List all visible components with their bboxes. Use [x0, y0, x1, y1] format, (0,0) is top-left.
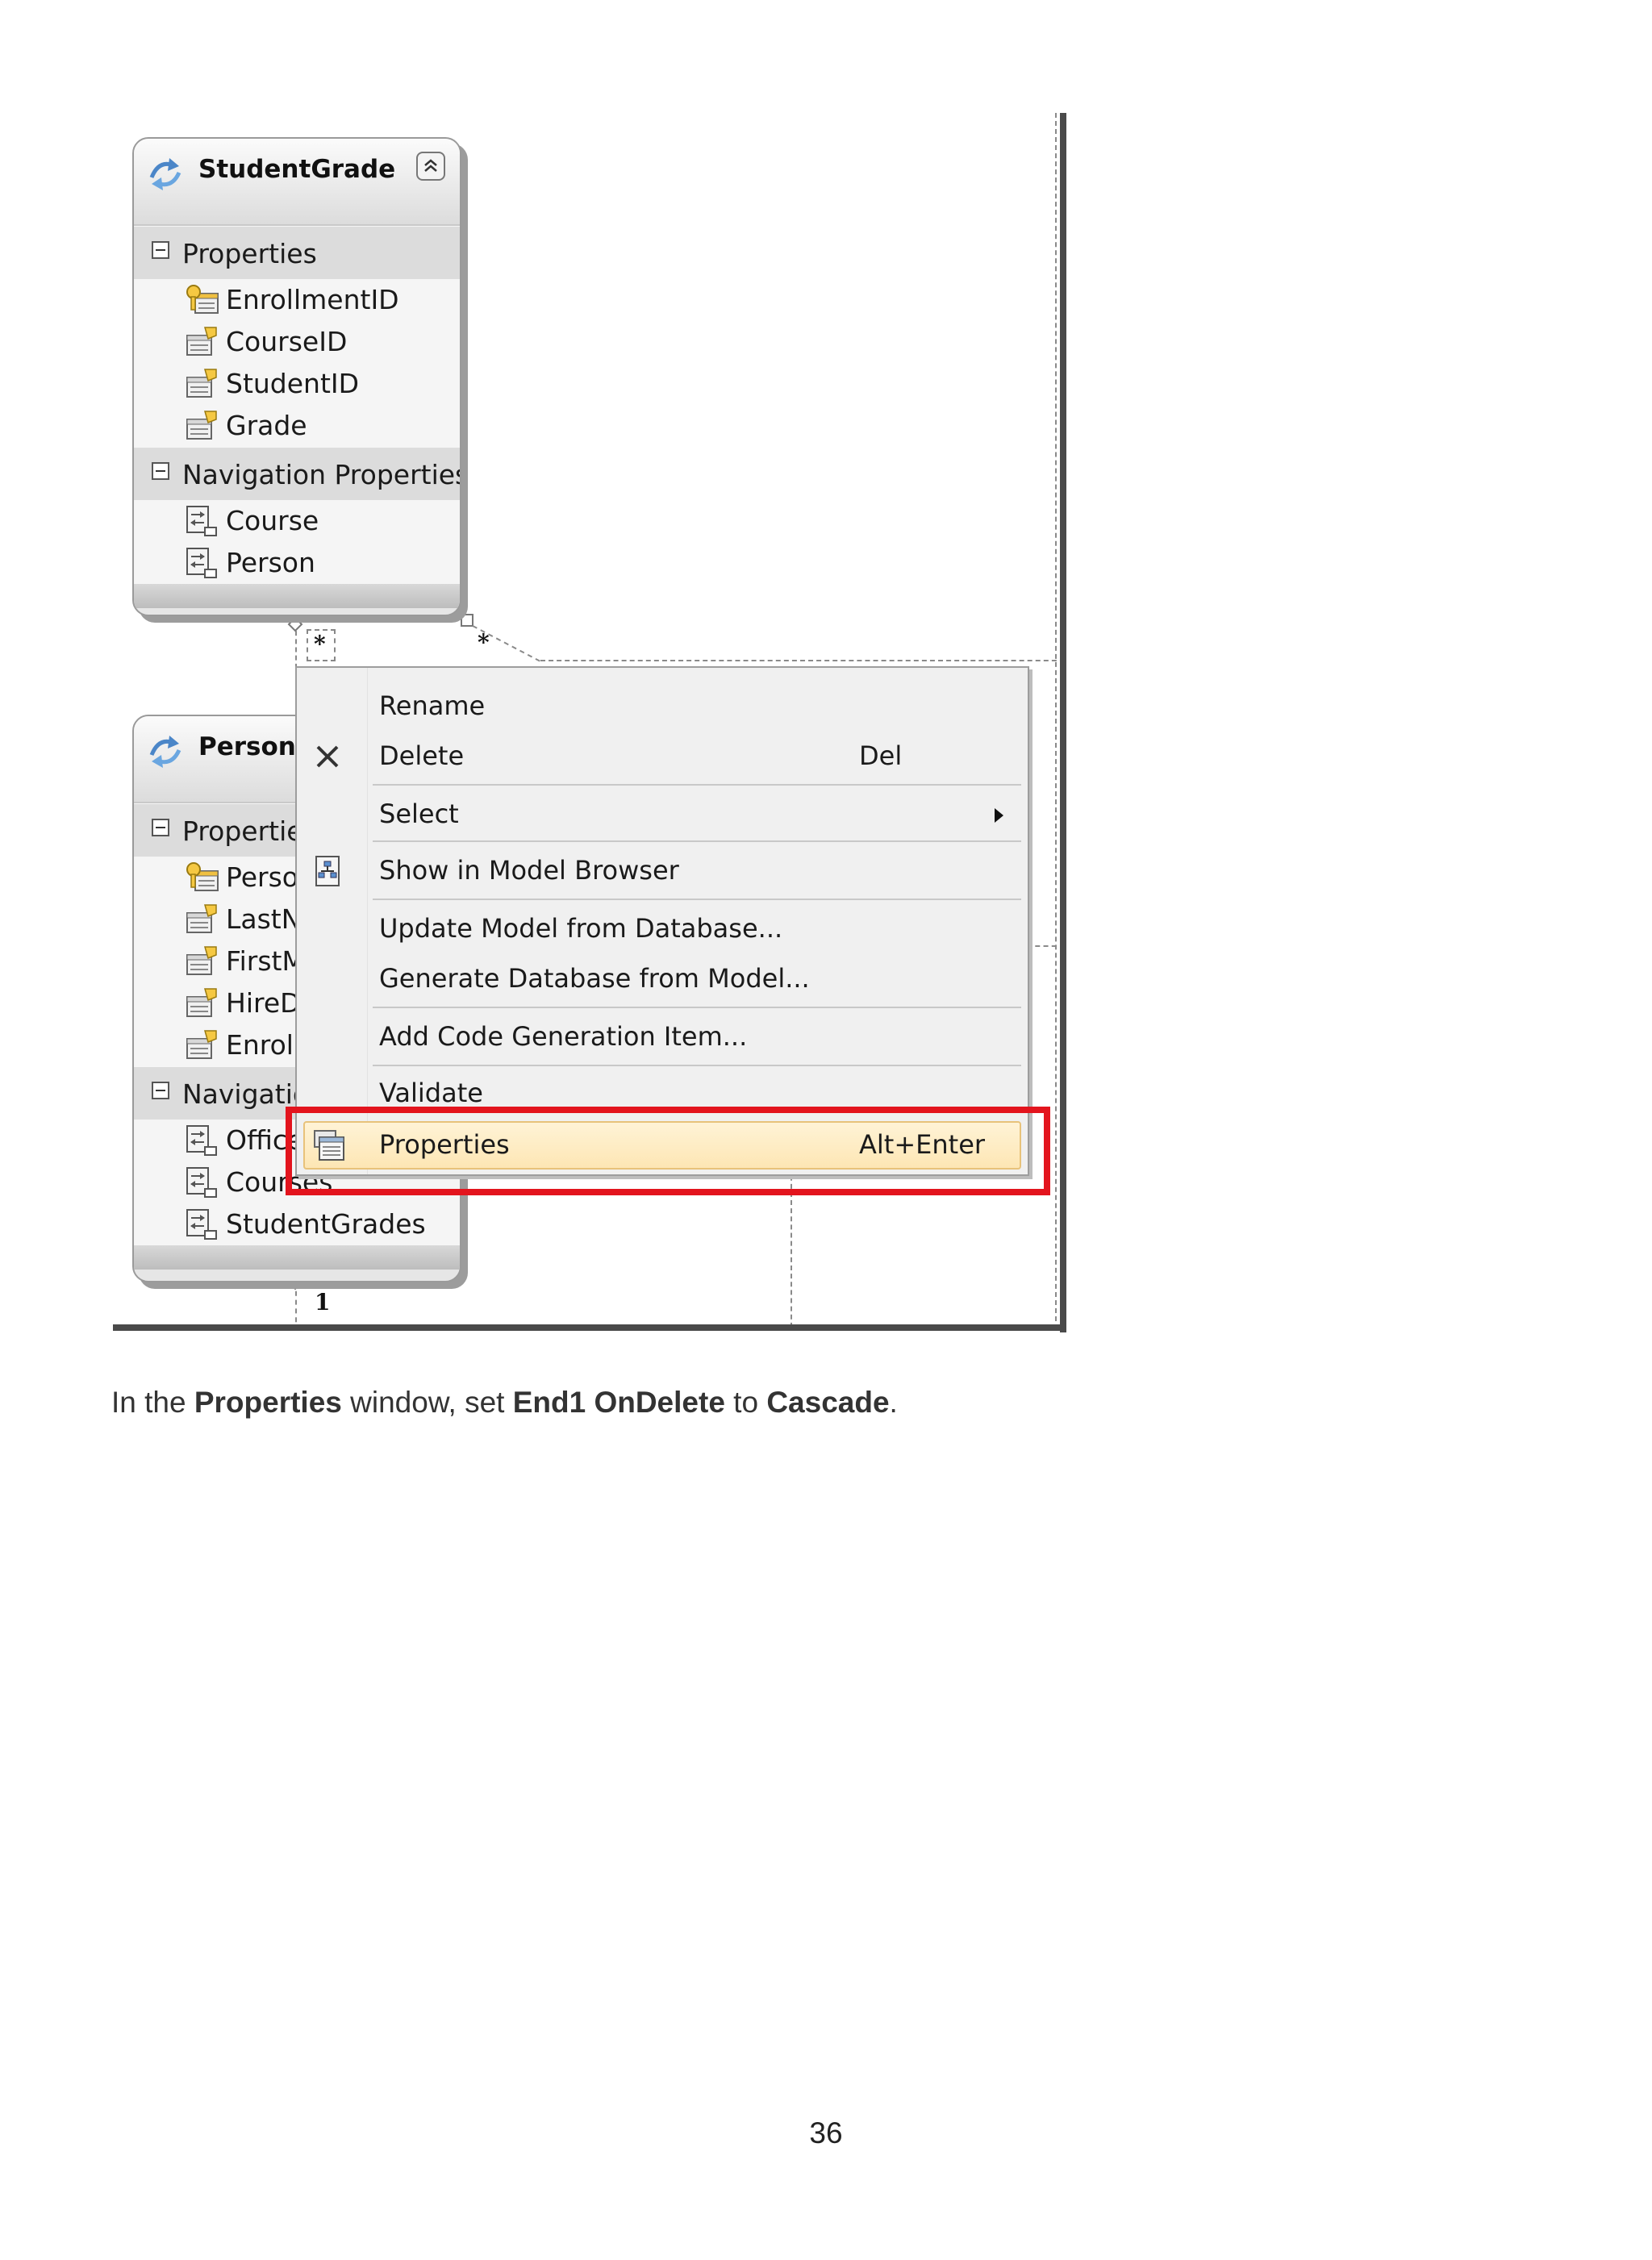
entity-studentgrade[interactable]: StudentGrade Properties EnrollmentID Cou…	[132, 137, 461, 616]
scalar-property-icon	[186, 369, 217, 398]
screenshot-shadow	[1060, 113, 1066, 1332]
section-header-properties[interactable]: Properties	[134, 226, 460, 279]
collapse-button[interactable]	[416, 152, 445, 181]
entity-footer	[134, 584, 460, 608]
property-label: Course	[226, 505, 319, 536]
multiplicity-many-label: *	[478, 629, 490, 656]
navigation-property-icon	[186, 1167, 217, 1198]
menu-separator	[373, 899, 1021, 900]
entity-header[interactable]: StudentGrade	[134, 139, 460, 226]
menu-item-add-code-generation[interactable]: Add Code Generation Item...	[297, 1013, 1028, 1061]
navigation-property-row[interactable]: Course	[134, 500, 460, 542]
property-label: CourseID	[226, 326, 348, 357]
association-line	[1055, 113, 1057, 1329]
property-label: EnrollmentID	[226, 284, 399, 315]
menu-item-label: Rename	[379, 690, 486, 721]
scalar-property-icon	[186, 988, 217, 1017]
navigation-property-icon	[186, 548, 217, 578]
key-property-icon	[186, 862, 219, 891]
menu-item-show-in-model-browser[interactable]: Show in Model Browser	[297, 847, 1028, 895]
menu-item-label: Delete	[379, 740, 465, 771]
scalar-property-icon	[186, 1030, 217, 1059]
highlight-annotation-box	[286, 1107, 1050, 1195]
entity-type-icon	[149, 158, 181, 190]
submenu-arrow-icon	[995, 808, 1003, 823]
property-label: Person	[226, 547, 315, 578]
navigation-property-icon	[186, 1209, 217, 1240]
menu-item-update-model[interactable]: Update Model from Database...	[297, 905, 1028, 953]
property-label: Grade	[226, 410, 307, 441]
menu-item-label: Generate Database from Model...	[379, 963, 810, 994]
caption-text: to	[724, 1386, 767, 1419]
association-line	[461, 614, 541, 662]
collapse-minus-icon[interactable]	[152, 1082, 169, 1099]
entity-footer	[134, 1245, 460, 1270]
caption-text: .	[889, 1386, 898, 1419]
scalar-property-icon	[186, 327, 217, 356]
association-line	[540, 660, 1066, 661]
menu-item-rename[interactable]: Rename	[297, 682, 1028, 731]
property-label: StudentID	[226, 368, 360, 399]
navigation-property-icon	[186, 1125, 217, 1156]
collapse-minus-icon[interactable]	[152, 819, 169, 836]
chevron-up-double-icon	[424, 159, 437, 172]
page-number: 36	[809, 2116, 843, 2150]
scalar-property-icon	[186, 946, 217, 975]
menu-item-delete[interactable]: Delete Del	[297, 732, 1028, 781]
menu-separator	[373, 840, 1021, 842]
multiplicity-one-label: 1	[315, 1289, 331, 1316]
context-menu: Rename Delete Del Select Show in Model B…	[295, 666, 1029, 1176]
scalar-property-icon	[186, 904, 217, 933]
screenshot-shadow	[113, 1324, 1066, 1331]
menu-item-select[interactable]: Select	[297, 790, 1028, 839]
section-label: Properties	[182, 238, 317, 269]
entity-title: Person	[198, 732, 296, 761]
caption-text: In the	[111, 1386, 194, 1419]
instruction-caption: In the Properties window, set End1 OnDel…	[111, 1386, 898, 1420]
property-row[interactable]: CourseID	[134, 321, 460, 363]
entity-type-icon	[149, 736, 181, 768]
menu-separator	[373, 1065, 1021, 1066]
property-label: StudentGrades	[226, 1208, 426, 1240]
section-label: Navigation Properties	[182, 459, 461, 490]
caption-bold-cascade: Cascade	[766, 1386, 890, 1419]
navigation-property-row[interactable]: Person	[134, 542, 460, 584]
property-row[interactable]: StudentID	[134, 363, 460, 405]
menu-separator	[373, 784, 1021, 786]
scalar-property-icon	[186, 411, 217, 440]
collapse-minus-icon[interactable]	[152, 462, 169, 480]
model-browser-icon	[315, 856, 340, 886]
collapse-minus-icon[interactable]	[152, 241, 169, 259]
menu-item-label: Validate	[379, 1078, 483, 1108]
navigation-property-icon	[186, 506, 217, 536]
entity-title: StudentGrade	[198, 155, 396, 184]
menu-item-generate-database[interactable]: Generate Database from Model...	[297, 955, 1028, 1003]
caption-text: window, set	[341, 1386, 513, 1419]
property-row[interactable]: EnrollmentID	[134, 279, 460, 321]
menu-item-label: Add Code Generation Item...	[379, 1021, 748, 1052]
key-property-icon	[186, 285, 219, 314]
navigation-property-row[interactable]: StudentGrades	[134, 1203, 460, 1245]
menu-item-label: Update Model from Database...	[379, 913, 783, 944]
section-header-navigation[interactable]: Navigation Properties	[134, 447, 460, 500]
menu-item-label: Show in Model Browser	[379, 855, 679, 886]
multiplicity-many-label: *	[314, 631, 326, 657]
caption-bold-properties: Properties	[194, 1386, 342, 1419]
menu-separator	[373, 1007, 1021, 1008]
menu-item-label: Select	[379, 799, 459, 829]
caption-bold-end1-ondelete: End1 OnDelete	[512, 1386, 725, 1419]
menu-item-shortcut: Del	[859, 740, 903, 771]
designer-screenshot: * * 1 StudentGrade Properties Enrollment…	[113, 113, 1066, 1329]
close-x-icon	[316, 745, 339, 768]
property-row[interactable]: Grade	[134, 405, 460, 447]
